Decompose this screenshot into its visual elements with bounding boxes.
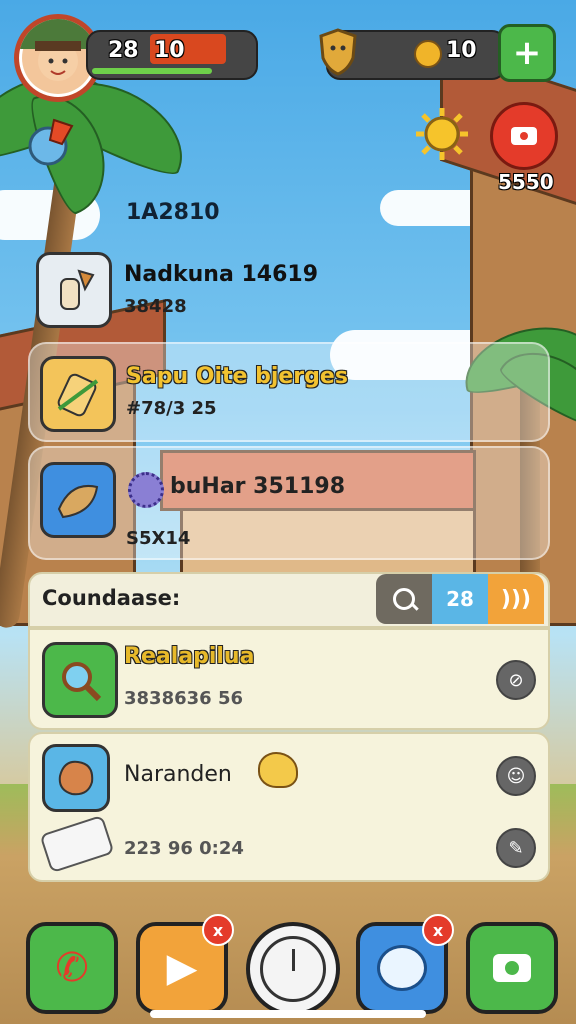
row-action-button-3[interactable]: ✎ [496,828,536,868]
row-title-1: Realapilua [124,644,255,669]
coin-icon [414,40,442,68]
rss-icon: ))) [500,586,532,612]
count-value: 28 [446,587,474,611]
phone-button[interactable]: ✆ [26,922,118,1014]
quest-card-1[interactable]: Nadkuna 14619 38428 [28,242,546,334]
chat-button[interactable]: x [356,914,454,1014]
magnifier-item-icon [42,642,118,718]
quest-title-1: Nadkuna 14619 [124,262,319,287]
search-button[interactable] [376,574,432,624]
controller-icon [39,814,115,874]
feed-button[interactable]: ))) [488,574,544,624]
torch-icon[interactable] [26,116,76,170]
inventory-row-1[interactable]: Realapilua 3838636 56 ⊘ [28,628,550,730]
quest-sub-1: 38428 [124,296,187,317]
count-tab[interactable]: 28 [432,574,488,624]
play-icon: ▶ [166,945,198,991]
row-title-2: Naranden [124,762,232,787]
row-action-button-1[interactable]: ⊘ [496,660,536,700]
edit-icon: ✎ [508,837,524,859]
add-currency-button[interactable]: + [498,24,556,82]
link-icon: ⊘ [508,669,524,691]
user-icon: ☺ [506,765,526,787]
inventory-panel: Coundaase: 28 ))) Realapilua 3838636 56 … [28,572,550,882]
record-button[interactable] [490,102,558,170]
row-sub-1: 3838636 56 [124,688,243,709]
quest-title-2: Sapu Oite bjerges [126,364,348,389]
notification-badge: x [202,914,234,946]
row-action-button-2[interactable]: ☺ [496,756,536,796]
coin-value: 10 [446,38,477,63]
clock-icon [260,936,326,1002]
inventory-row-2[interactable]: Naranden 223 96 0:24 ☺ ✎ [28,732,550,882]
xp-bar [92,68,212,74]
panel-header-label: Coundaase: [42,586,181,610]
creature-item-icon [42,744,110,812]
plus-icon: + [512,33,542,73]
side-value: 5550 [498,170,554,194]
phone-icon: ✆ [55,945,89,991]
quest-card-2[interactable]: Sapu Oite bjerges #78/3 25 [28,342,550,442]
quest-card-3[interactable]: buHar 351198 S5X14 [28,446,550,560]
shield-icon [318,28,358,76]
quest-sub-3: S5X14 [126,528,191,549]
chat-badge: x [422,914,454,946]
camera-record-icon [511,127,537,145]
bottom-dock: ✆ ▶ x x [0,894,576,1024]
camera-button[interactable] [466,922,558,1014]
player-level: 28 [108,38,139,63]
health-value: 10 [154,38,185,63]
gear-icon [128,472,164,508]
quest-title-3: buHar 351198 [170,474,346,499]
leaf-item-icon [40,462,116,538]
play-button[interactable]: ▶ x [136,914,234,1014]
chat-icon [377,945,427,991]
clock-button[interactable] [246,922,340,1016]
quest-sub-2: #78/3 25 [126,398,217,419]
floating-value: 1A2810 [126,200,220,225]
camera-icon [493,954,531,982]
row-sub-2: 223 96 0:24 [124,838,244,859]
search-icon [393,588,419,611]
sun-icon[interactable] [414,106,470,162]
home-indicator[interactable] [150,1010,426,1018]
ticket-item-icon [40,356,116,432]
bird-icon [258,752,298,788]
dagger-item-icon [36,252,112,328]
